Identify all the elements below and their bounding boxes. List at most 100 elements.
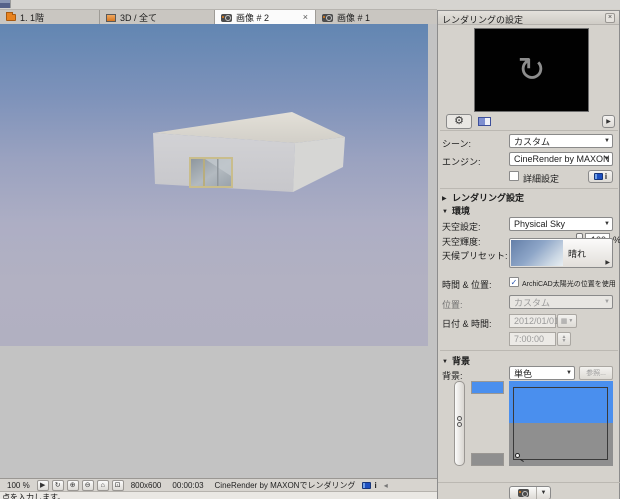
tab-image-2[interactable]: 画像 # 2 ×	[215, 10, 316, 25]
rendered-image	[0, 24, 428, 346]
weather-preset-label: 天候プリセット:	[442, 251, 508, 261]
chevron-down-icon: ▼	[566, 370, 572, 376]
section-environment[interactable]: ▼ 環境	[442, 204, 470, 217]
separator	[440, 350, 618, 351]
weather-value: 晴れ	[568, 249, 587, 259]
time-position-label: 時間 & 位置:	[442, 280, 492, 290]
sky-thumbnail	[511, 240, 563, 266]
scroll-left-icon[interactable]: ◂	[380, 481, 392, 490]
tab-floor-plan[interactable]: 1. 1階	[0, 10, 100, 25]
building-model	[153, 112, 345, 192]
zoom-update-button[interactable]: ↻	[51, 479, 64, 491]
tab-label: 画像 # 1	[337, 13, 371, 23]
calendar-icon: ▦	[560, 318, 568, 325]
separator	[440, 130, 618, 131]
detail-settings-checkbox[interactable]	[509, 171, 519, 181]
tab-label: 3D / 全て	[120, 13, 158, 23]
chevron-down-icon: ▼	[604, 138, 610, 144]
section-rendering-settings[interactable]: ▶ レンダリング設定	[442, 191, 524, 204]
scene-label: シーン:	[442, 139, 472, 149]
separator	[440, 188, 618, 189]
zoom-level[interactable]: 100 %	[3, 481, 34, 490]
building-side-face	[293, 137, 345, 192]
background-select[interactable]: 単色 ▼	[509, 366, 575, 380]
archicad-window: 1. 1階 3D / 全て 画像 # 2 × 画像 # 1 100 % ▶ ↻ …	[0, 0, 620, 499]
engine-status: CineRender by MAXONでレンダリング	[214, 480, 356, 490]
folder-icon	[6, 12, 16, 21]
window-mullion	[203, 159, 205, 186]
zoom-flyout-button[interactable]: ▶	[36, 479, 49, 491]
render-preview[interactable]: ↻	[474, 28, 589, 112]
location-label: 位置:	[442, 300, 463, 310]
chevron-down-icon: ▼	[568, 318, 574, 324]
panel-close-icon[interactable]: ×	[605, 13, 615, 23]
engine-select[interactable]: CineRender by MAXON ▼	[509, 152, 613, 166]
refresh-icon[interactable]: ↻	[517, 53, 546, 87]
gear-icon: ⚙	[454, 115, 464, 127]
calendar-button: ▦ ▼	[557, 314, 577, 328]
background-preview[interactable]	[509, 381, 613, 466]
camera-icon	[221, 13, 232, 22]
sky-color-swatch[interactable]	[471, 381, 504, 394]
tab-close-icon[interactable]: ×	[302, 13, 309, 22]
render-button[interactable]: ▼	[509, 486, 551, 499]
tab-label: 画像 # 2	[236, 13, 270, 23]
sky-setting-label: 天空設定:	[442, 222, 481, 232]
render-viewport[interactable]	[0, 24, 437, 478]
zoom-in-button[interactable]: ⊕	[66, 479, 79, 491]
spin-down-icon: ▼	[561, 338, 567, 344]
separator	[438, 482, 620, 483]
background-value: 単色	[514, 368, 533, 379]
sun-position-checkbox-label: ArchiCAD太陽光の位置を使用	[522, 281, 616, 288]
corner-arrow-icon: ▶	[605, 260, 610, 266]
sky-setting-select[interactable]: Physical Sky ▼	[509, 217, 613, 231]
weather-preset-button[interactable]: 晴れ ▶	[509, 238, 613, 268]
zoom-out-button[interactable]: ⊖	[81, 479, 94, 491]
section-background[interactable]: ▼ 背景	[442, 354, 470, 367]
chevron-down-icon: ▼	[442, 209, 448, 215]
panel-title: レンダリングの設定	[442, 15, 524, 25]
chain-link-icon	[457, 416, 462, 421]
settings-tool-button[interactable]: ⚙	[446, 114, 472, 129]
cinerender-icon	[593, 173, 603, 180]
home-zoom-button[interactable]: ⌂	[96, 479, 109, 491]
render-menu-arrow-icon[interactable]: ▼	[537, 487, 550, 499]
color-link-slider[interactable]	[454, 381, 465, 466]
monitor-icon	[106, 13, 116, 22]
scene-select[interactable]: カスタム ▼	[509, 134, 613, 148]
section-label: 背景	[452, 356, 471, 366]
render-time: 00:00:03	[172, 480, 204, 490]
location-select: カスタム ▼	[509, 295, 613, 309]
engine-label: エンジン:	[442, 157, 481, 167]
status-text: 点を入力します。	[2, 493, 66, 499]
location-value: カスタム	[514, 297, 551, 308]
fit-window-button[interactable]: ⊡	[111, 479, 124, 491]
window-mullion	[217, 159, 219, 186]
camera-icon	[322, 13, 333, 22]
clipped-toolbar-icon	[0, 0, 11, 8]
engine-info-button[interactable]: i	[588, 170, 613, 183]
rendering-settings-panel: レンダリングの設定 × ↻ ⚙ ▶ シーン: カスタム ▼ エンジン: Cine…	[437, 10, 620, 499]
preview-layout-icon[interactable]	[478, 117, 491, 126]
sun-position-checkbox[interactable]: ✓	[509, 277, 519, 287]
tab-3d-all[interactable]: 3D / 全て	[100, 10, 215, 25]
browse-button: 参照...	[579, 366, 613, 380]
info-icon: i	[604, 172, 608, 181]
tab-bar: 1. 1階 3D / 全て 画像 # 2 × 画像 # 1	[0, 9, 437, 25]
section-label: レンダリング設定	[452, 193, 525, 203]
eyedropper-cursor	[515, 453, 520, 458]
chain-link-icon	[457, 422, 462, 427]
panel-flyout-button[interactable]: ▶	[602, 115, 615, 128]
info-icon[interactable]: i	[374, 481, 376, 490]
status-bar: 点を入力します。	[0, 491, 437, 499]
ground-color-swatch[interactable]	[471, 453, 504, 466]
time-spinner: ▲ ▼	[557, 332, 571, 346]
cinerender-icon	[362, 481, 372, 489]
date-time-label: 日付 & 時間:	[442, 319, 492, 329]
tab-image-1[interactable]: 画像 # 1	[316, 10, 437, 25]
scene-value: カスタム	[514, 136, 551, 147]
chevron-right-icon: ▶	[442, 196, 447, 202]
panel-title-bar[interactable]: レンダリングの設定 ×	[438, 11, 619, 25]
viewport-toolbar: 100 % ▶ ↻ ⊕ ⊖ ⌂ ⊡ 800x600 00:00:03 CineR…	[0, 478, 437, 491]
detail-settings-label: 詳細設定	[523, 174, 560, 184]
